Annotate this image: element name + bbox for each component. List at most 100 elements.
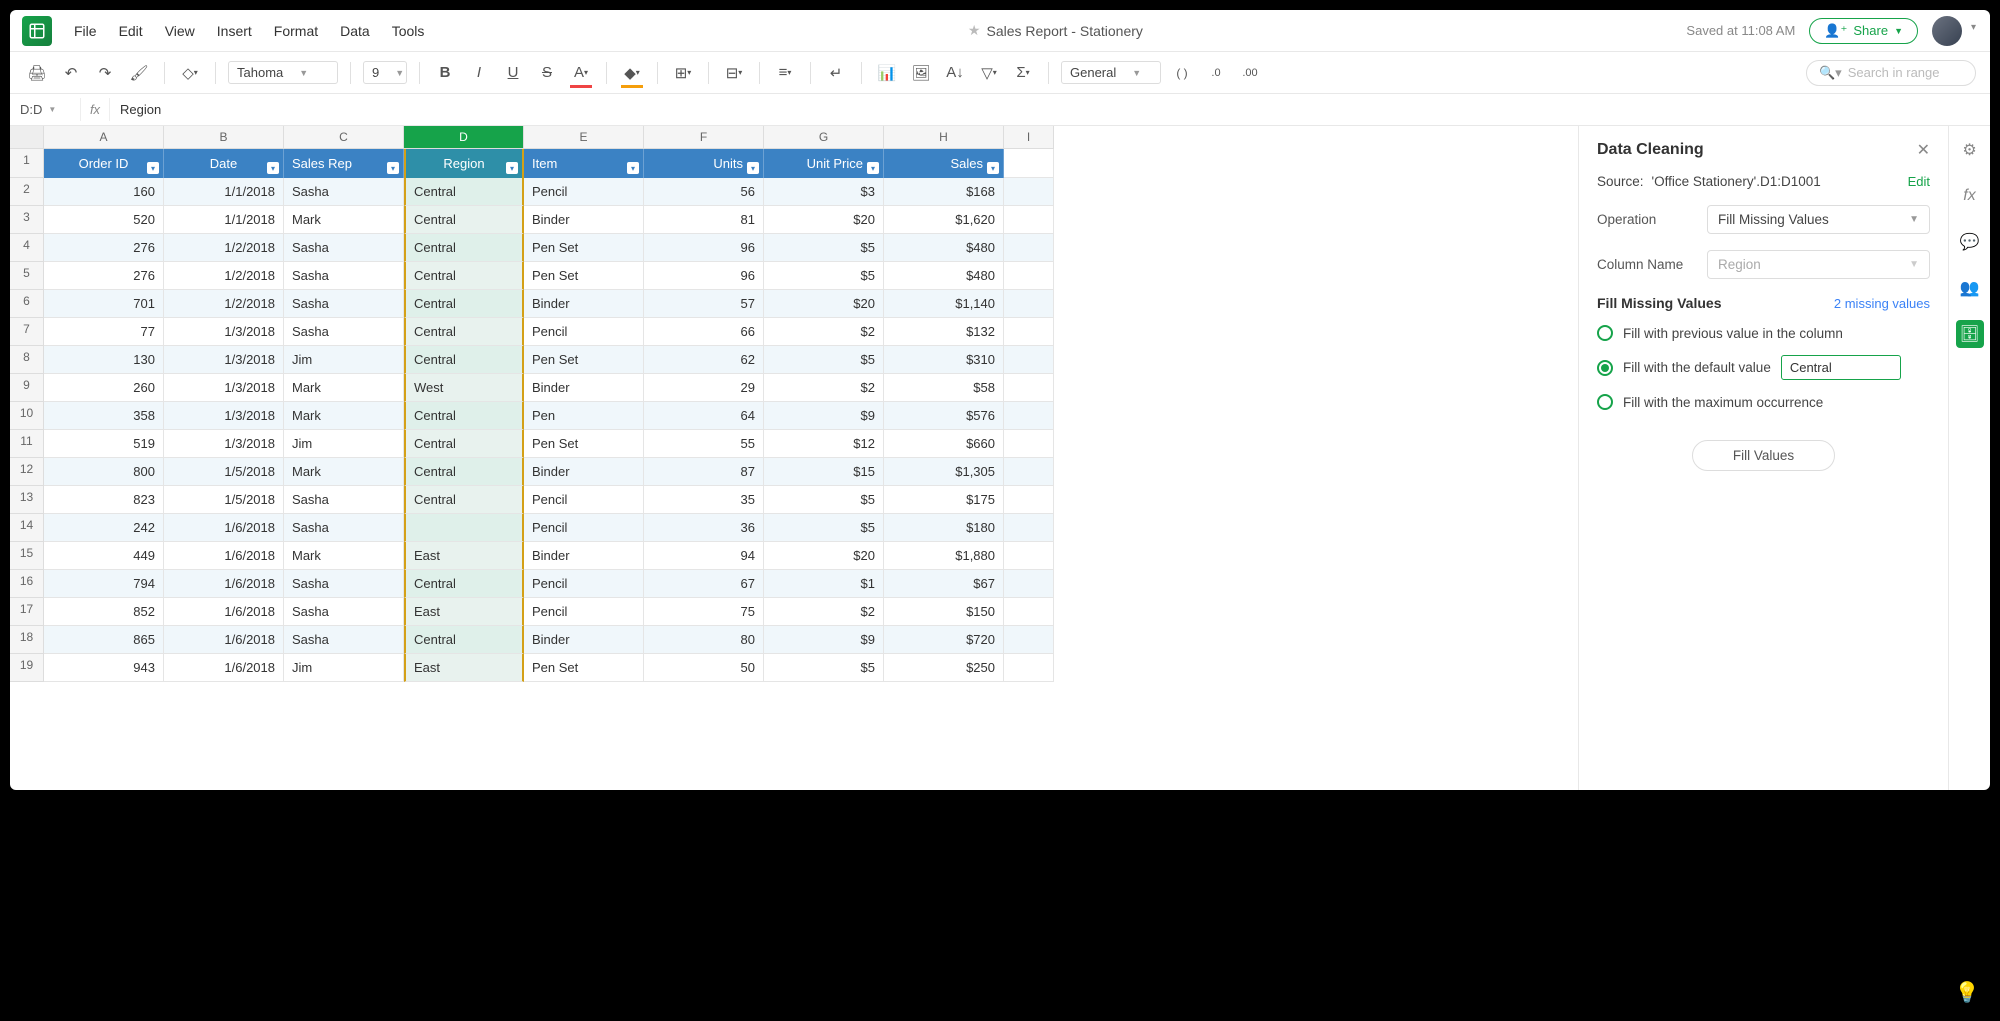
row-head[interactable]: 16 xyxy=(10,570,44,598)
cell-unitprice[interactable]: $3 xyxy=(764,178,884,206)
cell-units[interactable]: 36 xyxy=(644,514,764,542)
col-head-A[interactable]: A xyxy=(44,126,164,149)
cell-salesrep[interactable]: Sasha xyxy=(284,626,404,654)
filter-icon[interactable]: ▾ xyxy=(147,162,159,174)
filter-icon[interactable]: ▾ xyxy=(506,162,518,174)
cell-unitprice[interactable]: $20 xyxy=(764,206,884,234)
col-head-F[interactable]: F xyxy=(644,126,764,149)
app-logo[interactable] xyxy=(22,16,52,46)
underline-button[interactable]: U xyxy=(500,60,526,86)
cell-date[interactable]: 1/3/2018 xyxy=(164,402,284,430)
cell-item[interactable]: Pencil xyxy=(524,514,644,542)
cell[interactable] xyxy=(1004,486,1054,514)
cell-units[interactable]: 80 xyxy=(644,626,764,654)
cell-salesrep[interactable]: Mark xyxy=(284,374,404,402)
cell-region[interactable]: Central xyxy=(404,262,524,290)
formula-value[interactable]: Region xyxy=(110,102,171,117)
cell-units[interactable]: 62 xyxy=(644,346,764,374)
cell-date[interactable]: 1/6/2018 xyxy=(164,514,284,542)
clear-format-icon[interactable]: ◇▾ xyxy=(177,60,203,86)
cell-sales[interactable]: $310 xyxy=(884,346,1004,374)
cell[interactable] xyxy=(1004,206,1054,234)
row-head[interactable]: 4 xyxy=(10,234,44,262)
cell-units[interactable]: 94 xyxy=(644,542,764,570)
cell-units[interactable]: 87 xyxy=(644,458,764,486)
row-head[interactable]: 3 xyxy=(10,206,44,234)
cell-unitprice[interactable]: $20 xyxy=(764,542,884,570)
radio-max-occurrence[interactable]: Fill with the maximum occurrence xyxy=(1597,394,1930,410)
header-item[interactable]: Item▾ xyxy=(524,149,644,178)
cell-sales[interactable]: $132 xyxy=(884,318,1004,346)
cell-item[interactable]: Binder xyxy=(524,374,644,402)
cell-unitprice[interactable]: $5 xyxy=(764,654,884,682)
cell-salesrep[interactable]: Sasha xyxy=(284,598,404,626)
menu-tools[interactable]: Tools xyxy=(392,23,425,39)
cell-unitprice[interactable]: $2 xyxy=(764,374,884,402)
row-head[interactable]: 12 xyxy=(10,458,44,486)
cell-unitprice[interactable]: $5 xyxy=(764,262,884,290)
cell-sales[interactable]: $1,620 xyxy=(884,206,1004,234)
print-icon[interactable]: 🖨 xyxy=(24,60,50,86)
cell-region[interactable]: Central xyxy=(404,430,524,458)
cell-region[interactable]: Central xyxy=(404,290,524,318)
cell-units[interactable]: 55 xyxy=(644,430,764,458)
filter-icon[interactable]: ▾ xyxy=(987,162,999,174)
cell-item[interactable]: Pen Set xyxy=(524,346,644,374)
cell-date[interactable]: 1/2/2018 xyxy=(164,234,284,262)
cell-date[interactable]: 1/1/2018 xyxy=(164,206,284,234)
corner[interactable] xyxy=(10,126,44,149)
cell-region[interactable]: Central xyxy=(404,486,524,514)
cell-sales[interactable]: $180 xyxy=(884,514,1004,542)
cell-sales[interactable]: $1,305 xyxy=(884,458,1004,486)
cell-region[interactable]: East xyxy=(404,654,524,682)
header-sales[interactable]: Sales▾ xyxy=(884,149,1004,178)
row-head[interactable]: 14 xyxy=(10,514,44,542)
cell[interactable] xyxy=(1004,178,1054,206)
radio-previous-value[interactable]: Fill with previous value in the column xyxy=(1597,325,1930,341)
redo-icon[interactable]: ↷ xyxy=(92,60,118,86)
col-head-E[interactable]: E xyxy=(524,126,644,149)
rail-data-cleaning-icon[interactable]: 🗄 xyxy=(1956,320,1984,348)
cell-unitprice[interactable]: $5 xyxy=(764,514,884,542)
col-head-H[interactable]: H xyxy=(884,126,1004,149)
row-head[interactable]: 13 xyxy=(10,486,44,514)
search-input[interactable]: 🔍▾ Search in range xyxy=(1806,60,1976,86)
cell-orderid[interactable]: 130 xyxy=(44,346,164,374)
cell-orderid[interactable]: 943 xyxy=(44,654,164,682)
cell-sales[interactable]: $660 xyxy=(884,430,1004,458)
fill-values-button[interactable]: Fill Values xyxy=(1692,440,1835,471)
cell-date[interactable]: 1/6/2018 xyxy=(164,542,284,570)
row-head[interactable]: 15 xyxy=(10,542,44,570)
row-head[interactable]: 10 xyxy=(10,402,44,430)
cell-item[interactable]: Pen Set xyxy=(524,262,644,290)
col-head-B[interactable]: B xyxy=(164,126,284,149)
cell-salesrep[interactable]: Sasha xyxy=(284,262,404,290)
user-avatar[interactable] xyxy=(1932,16,1962,46)
close-icon[interactable]: ✕ xyxy=(1917,140,1930,160)
cell-region[interactable]: Central xyxy=(404,318,524,346)
cell-units[interactable]: 57 xyxy=(644,290,764,318)
cell-units[interactable]: 64 xyxy=(644,402,764,430)
row-head[interactable]: 8 xyxy=(10,346,44,374)
row-head[interactable]: 18 xyxy=(10,626,44,654)
cell-date[interactable]: 1/6/2018 xyxy=(164,626,284,654)
cell-date[interactable]: 1/5/2018 xyxy=(164,486,284,514)
fill-color-button[interactable]: ◆▾ xyxy=(619,60,645,86)
align-button[interactable]: ≡▾ xyxy=(772,60,798,86)
cell-orderid[interactable]: 852 xyxy=(44,598,164,626)
cell-region[interactable]: Central xyxy=(404,346,524,374)
cell-date[interactable]: 1/3/2018 xyxy=(164,318,284,346)
cell[interactable] xyxy=(1004,570,1054,598)
cell[interactable] xyxy=(1004,262,1054,290)
borders-button[interactable]: ⊞▾ xyxy=(670,60,696,86)
cell-units[interactable]: 81 xyxy=(644,206,764,234)
rail-collaborate-icon[interactable]: 👥 xyxy=(1956,274,1984,302)
cell-units[interactable]: 96 xyxy=(644,234,764,262)
cell-date[interactable]: 1/6/2018 xyxy=(164,654,284,682)
cell-salesrep[interactable]: Mark xyxy=(284,542,404,570)
menu-format[interactable]: Format xyxy=(274,23,318,39)
cell-item[interactable]: Pencil xyxy=(524,486,644,514)
cell-item[interactable]: Pencil xyxy=(524,318,644,346)
cell-units[interactable]: 96 xyxy=(644,262,764,290)
col-head-G[interactable]: G xyxy=(764,126,884,149)
